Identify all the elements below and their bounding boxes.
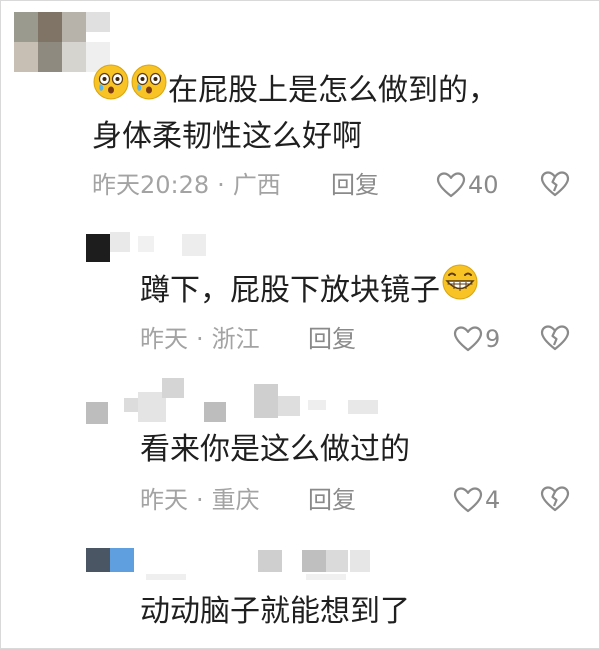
like-button[interactable]: 40 [436,169,499,201]
comment-time: 昨天20:28 [92,171,210,199]
meta-separator: · [196,325,204,353]
like-count: 40 [468,171,499,199]
comment-meta: 昨天 · 浙江 [140,324,260,354]
comment-meta: 昨天20:28 · 广西 [92,170,281,200]
cold-sweat-emoji [130,63,168,114]
dislike-button[interactable] [540,324,570,356]
grinning-emoji [440,263,480,314]
like-button[interactable]: 9 [453,323,500,355]
broken-heart-icon [540,171,570,202]
comment-location: 重庆 [211,486,260,514]
comment-text-line2: 身体柔韧性这么好啊 [92,119,362,154]
reply-button[interactable]: 回复 [331,170,379,200]
cold-sweat-emoji [92,63,130,114]
comment-text-body: 看来你是这么做过的 [140,432,410,467]
dislike-button[interactable] [540,170,570,202]
reply-button[interactable]: 回复 [308,324,356,354]
like-count: 4 [485,486,501,514]
heart-outline-icon [453,325,483,353]
avatar-username-mosaic[interactable] [86,548,386,580]
meta-separator: · [196,486,204,514]
comment-text-body: 动动脑子就能想到了 [140,594,410,629]
avatar-username-mosaic[interactable] [86,378,386,424]
comment-location: 浙江 [211,325,260,353]
comment-text: 在屁股上是怎么做到的， [92,63,498,117]
like-count: 9 [485,325,501,353]
comment-meta: 昨天 · 重庆 [140,485,260,515]
comment-location: 广西 [232,171,281,199]
comment-text-body: 蹲下，屁股下放块镜子 [140,273,440,308]
avatar-username-mosaic[interactable] [86,228,216,262]
broken-heart-icon [540,486,570,517]
comment-time: 昨天 [140,486,188,514]
broken-heart-icon [540,325,570,356]
meta-separator: · [217,171,225,199]
like-button[interactable]: 4 [453,484,500,516]
comment-text-line1: 在屁股上是怎么做到的， [168,73,498,108]
comment-time: 昨天 [140,325,188,353]
comment-text: 蹲下，屁股下放块镜子 [140,263,480,317]
dislike-button[interactable] [540,485,570,517]
heart-outline-icon [453,486,483,514]
reply-button[interactable]: 回复 [308,485,356,515]
heart-outline-icon [436,171,466,199]
